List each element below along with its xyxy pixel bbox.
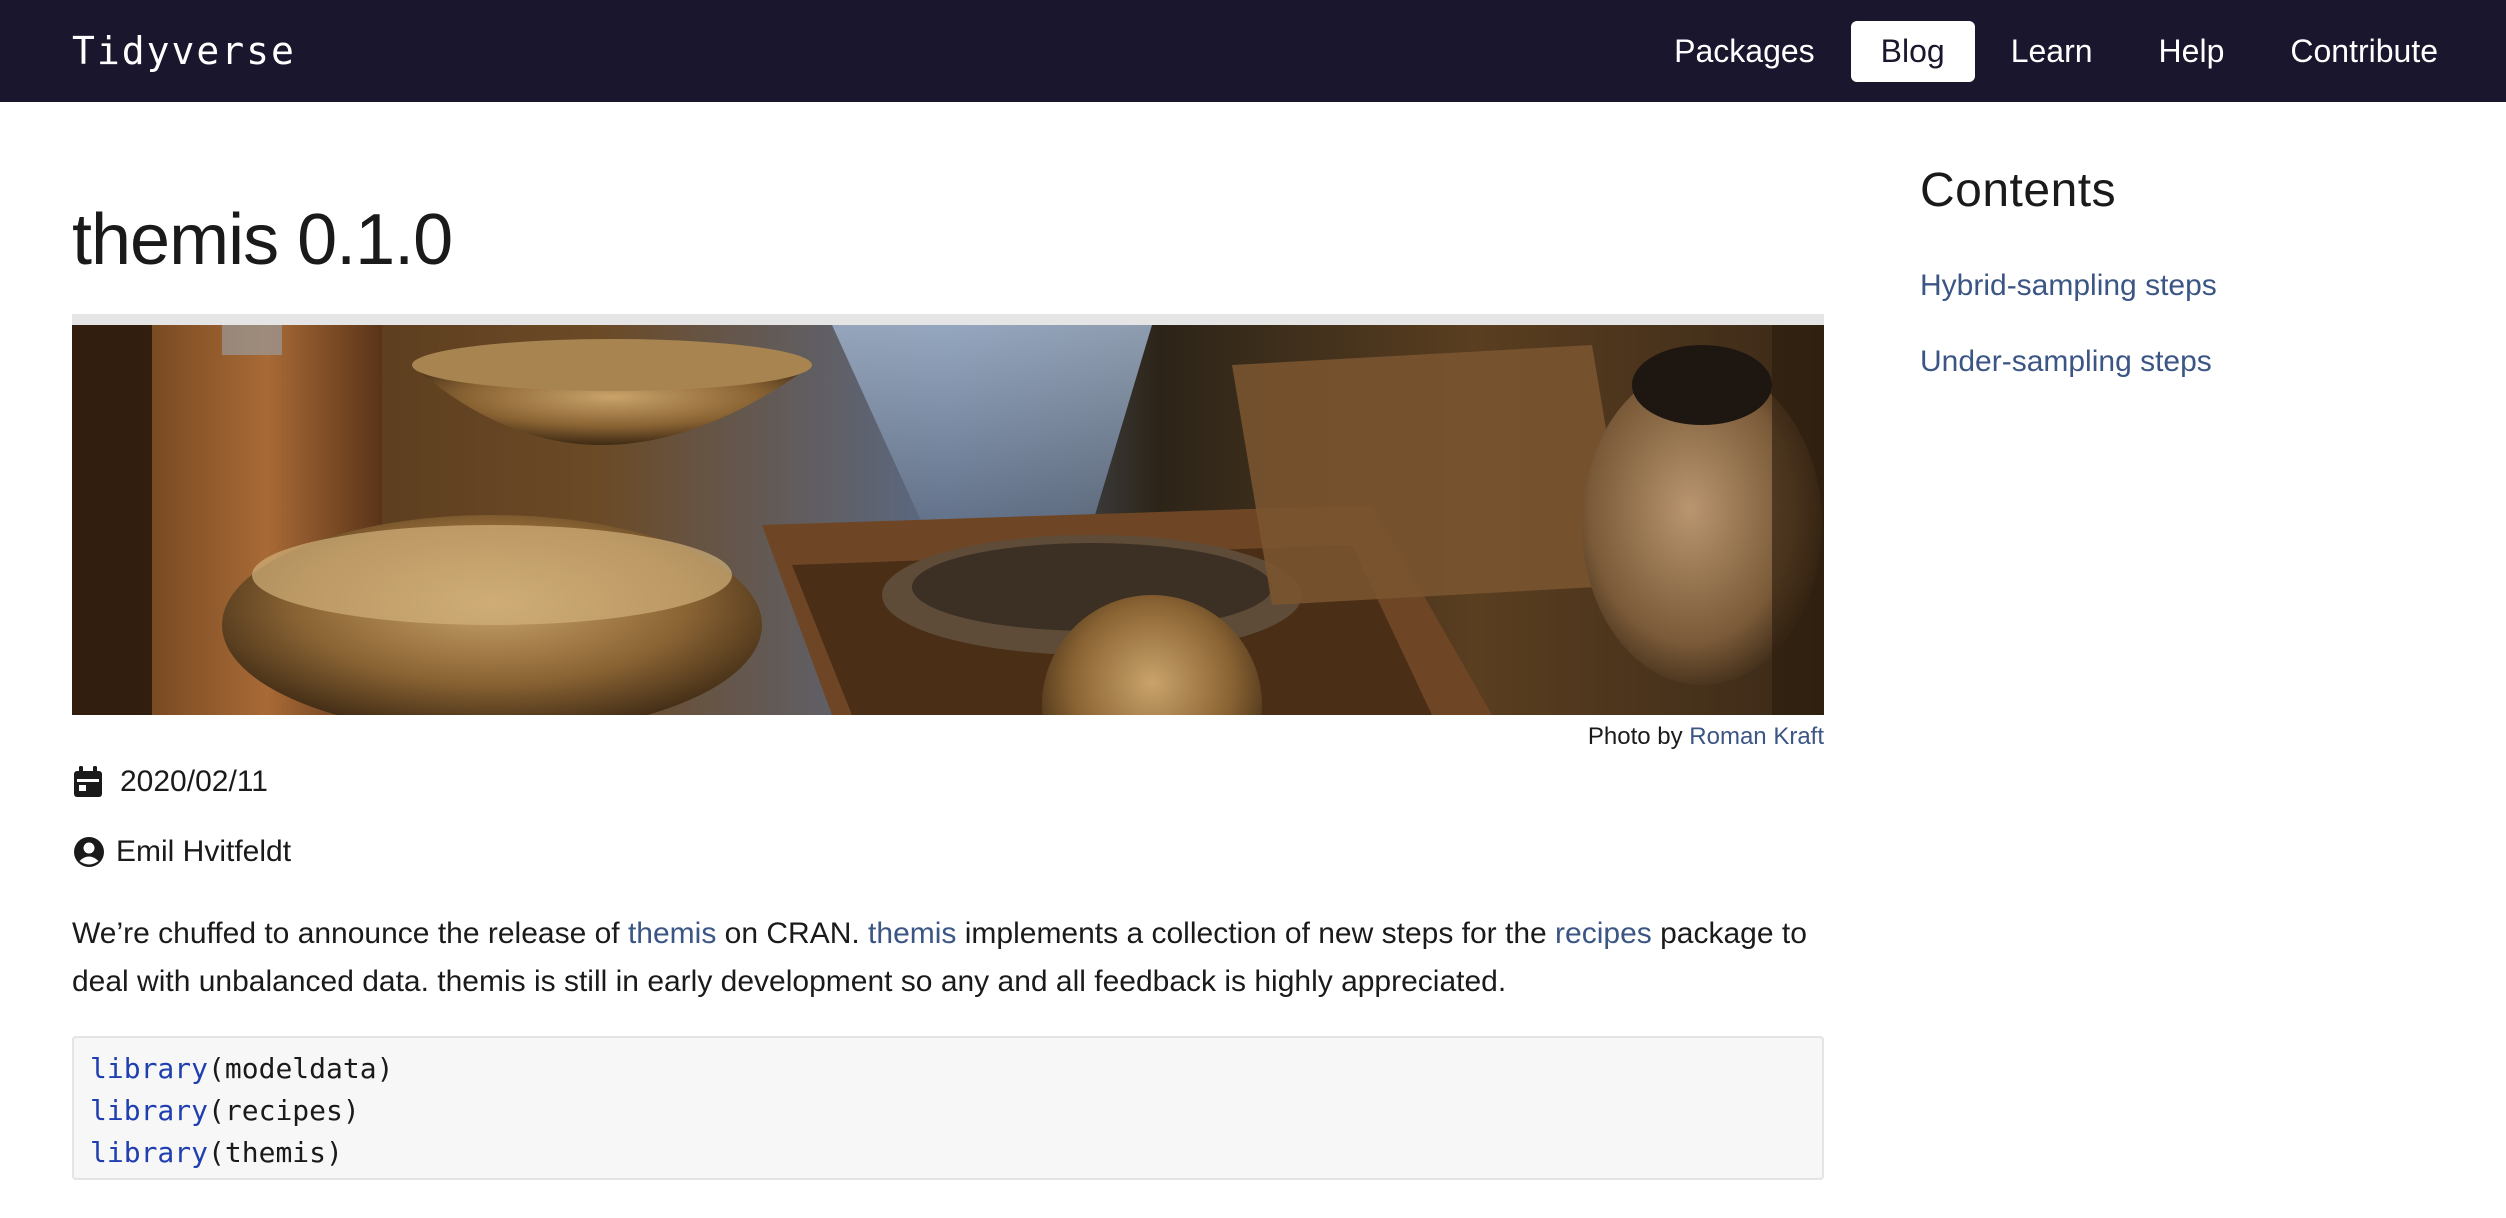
photo-caption: Photo by Roman Kraft (72, 723, 1824, 751)
toc-link-under-sampling[interactable]: Under-sampling steps (1920, 344, 2440, 380)
hero-top-border (72, 314, 1824, 325)
hero-image (72, 325, 1824, 715)
caption-prefix: Photo by (1587, 723, 1683, 750)
post-date-text: 2020/02/11 (120, 765, 268, 798)
code-line: library(modeldata) (90, 1048, 1806, 1090)
intro-text-2: on CRAN. (724, 917, 860, 950)
main-nav: Packages Blog Learn Help Contribute (1638, 20, 2468, 82)
code-keyword: library (90, 1094, 209, 1127)
hero-figure: Photo by Roman Kraft (72, 314, 1824, 751)
code-block: library(modeldata) library(recipes) libr… (72, 1036, 1824, 1180)
post-author-name: Emil Hvitfeldt (116, 835, 292, 868)
page-title: themis 0.1.0 (72, 200, 453, 280)
toc-link-hybrid-sampling[interactable]: Hybrid-sampling steps (1920, 268, 2440, 304)
themis-link-1[interactable]: themis (628, 917, 716, 950)
code-args: (themis) (208, 1136, 343, 1169)
intro-paragraph: We’re chuffed to announce the release of… (72, 910, 1832, 1006)
intro-text-1: We’re chuffed to announce the release of (72, 917, 620, 950)
code-args: (recipes) (208, 1094, 360, 1127)
recipes-link[interactable]: recipes (1555, 917, 1652, 950)
nav-item-help[interactable]: Help (2129, 21, 2255, 82)
article: themis 0.1.0 Photo by Roman Kraft 2020/0… (72, 102, 1824, 1180)
code-keyword: library (90, 1052, 209, 1085)
themis-link-2[interactable]: themis (868, 917, 956, 950)
nav-item-packages[interactable]: Packages (1644, 21, 1845, 82)
top-navbar: Tidyverse Packages Blog Learn Help Contr… (0, 0, 2506, 102)
nav-item-blog[interactable]: Blog (1850, 20, 1975, 82)
photographer-link[interactable]: Roman Kraft (1689, 723, 1824, 750)
post-date: 2020/02/11 (72, 765, 268, 799)
intro-text-3: implements a collection of new steps for… (964, 917, 1547, 950)
toc-title: Contents (1920, 164, 2117, 217)
table-of-contents: Contents Hybrid-sampling steps Under-sam… (1920, 162, 2440, 420)
brand-logo-link[interactable]: Tidyverse (72, 29, 296, 73)
nav-item-contribute[interactable]: Contribute (2260, 21, 2468, 82)
calendar-icon (72, 765, 104, 799)
user-circle-icon (72, 835, 106, 869)
code-line: library(themis) (90, 1132, 1806, 1174)
code-line: library(recipes) (90, 1090, 1806, 1132)
nav-item-learn[interactable]: Learn (1981, 21, 2123, 82)
code-args: (modeldata) (208, 1052, 394, 1085)
code-keyword: library (90, 1136, 209, 1169)
post-author: Emil Hvitfeldt (72, 835, 291, 869)
